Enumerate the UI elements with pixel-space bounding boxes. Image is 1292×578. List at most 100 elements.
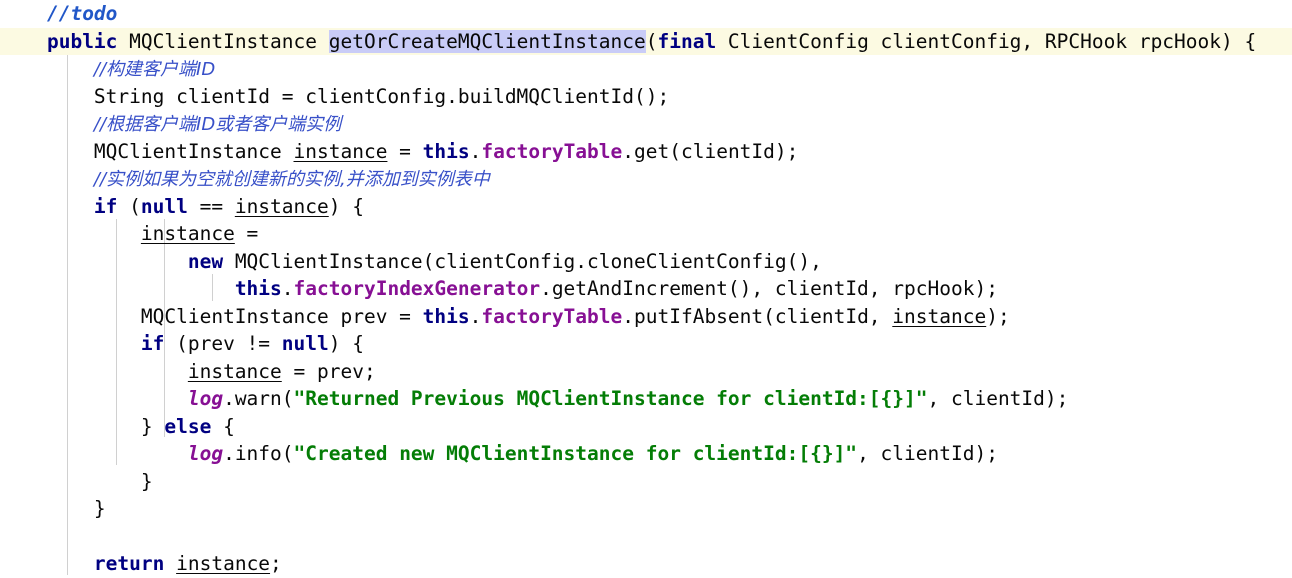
code-token-ind — [0, 85, 94, 108]
code-token-plain: = — [234, 222, 259, 245]
code-token-ind — [0, 2, 47, 25]
code-token-ind — [0, 497, 94, 520]
code-line[interactable]: if (prev != null) { — [0, 330, 1292, 358]
code-line[interactable]: //实例如果为空就创建新的实例,并添加到实例表中 — [0, 165, 1292, 193]
code-token-field: factoryTable — [481, 304, 623, 328]
code-line[interactable]: public MQClientInstance getOrCreateMQCli… — [0, 27, 1292, 55]
code-token-plain: . — [469, 304, 482, 328]
code-token-plain: ; — [270, 552, 282, 575]
code-token-ind — [0, 415, 141, 438]
code-token-ind — [0, 470, 141, 493]
code-line[interactable]: } — [0, 468, 1292, 496]
code-line[interactable]: MQClientInstance prev = this.factoryTabl… — [0, 303, 1292, 331]
code-token-plain: ( — [117, 194, 141, 218]
code-token-ind — [0, 250, 188, 273]
code-token-ind — [0, 552, 94, 575]
code-token-plain: ) { — [328, 194, 364, 218]
code-token-localvar: instance — [234, 194, 329, 218]
code-token-plain: ( — [645, 29, 658, 53]
code-token-str: "Returned Previous MQClientInstance for … — [293, 387, 928, 410]
code-token-plain: String clientId = clientConfig.buildMQCl… — [93, 84, 670, 108]
code-token-plain: ClientConfig clientConfig, RPCHook rpcHo… — [716, 29, 1257, 53]
code-line[interactable]: String clientId = clientConfig.buildMQCl… — [0, 83, 1292, 111]
code-line[interactable]: } else { — [0, 413, 1292, 441]
code-line[interactable]: instance = — [0, 220, 1292, 248]
code-token-ind — [0, 195, 94, 218]
code-token-ind — [0, 332, 141, 355]
code-token-plain: .getAndIncrement(), clientId, rpcHook); — [540, 277, 998, 300]
code-token-sel: getOrCreateMQClientInstance — [328, 29, 646, 53]
code-token-ind — [0, 442, 188, 465]
code-token-ind — [0, 112, 94, 135]
code-token-ind — [0, 305, 141, 328]
code-token-kw: new — [187, 249, 224, 273]
code-token-localvar: instance — [293, 139, 388, 163]
code-line[interactable]: return instance; — [0, 550, 1292, 578]
code-token-plain: { — [211, 414, 235, 438]
code-token-plain: , clientId); — [927, 387, 1069, 410]
code-line[interactable]: //构建客户端ID — [0, 55, 1292, 83]
code-token-plain: .warn( — [223, 387, 294, 410]
code-token-plain: ); — [986, 304, 1010, 328]
code-content[interactable]: //todo public MQClientInstance getOrCrea… — [0, 0, 1292, 578]
code-token-kw: public — [46, 29, 118, 53]
code-token-field: factoryIndexGenerator — [293, 277, 541, 300]
code-token-plain: } — [93, 497, 106, 520]
code-token-kw: if — [140, 332, 165, 355]
code-token-str: "Created new MQClientInstance for client… — [293, 442, 858, 465]
code-token-ind — [0, 57, 94, 80]
code-token-ind — [0, 222, 141, 245]
code-line[interactable]: log.info("Created new MQClientInstance f… — [0, 440, 1292, 468]
code-token-kw: return — [93, 552, 165, 575]
code-token-kw: null — [281, 332, 329, 355]
code-token-kw: null — [140, 194, 188, 218]
code-token-plain: } — [140, 414, 165, 438]
code-line[interactable]: log.warn("Returned Previous MQClientInst… — [0, 385, 1292, 413]
code-line[interactable]: this.factoryIndexGenerator.getAndIncreme… — [0, 275, 1292, 303]
code-token-plain: , clientId); — [857, 442, 998, 465]
code-line[interactable]: instance = prev; — [0, 358, 1292, 386]
code-token-plain: MQClientInstance(clientConfig.cloneClien… — [223, 249, 822, 273]
code-token-plain: } — [140, 469, 153, 493]
code-token-plain: . — [281, 277, 294, 300]
code-line[interactable]: } — [0, 495, 1292, 523]
code-token-ind — [0, 30, 47, 53]
code-token-plain: .info( — [223, 442, 294, 465]
code-token-plain: MQClientInstance prev = — [140, 304, 423, 328]
code-line[interactable]: if (null == instance) { — [0, 193, 1292, 221]
code-token-kw: else — [164, 414, 212, 438]
code-line[interactable] — [0, 523, 1292, 551]
code-token-cmt: //实例如果为空就创建新的实例,并添加到实例表中 — [93, 169, 490, 190]
code-token-plain: .get(clientId); — [622, 139, 799, 163]
code-token-localvar: instance — [176, 552, 271, 575]
code-token-ind — [0, 387, 188, 410]
code-token-plain: = — [387, 139, 423, 163]
code-token-cmt: //根据客户端ID或者客户端实例 — [93, 114, 342, 135]
code-token-plain: MQClientInstance — [93, 139, 294, 163]
code-token-kw: this — [422, 139, 470, 163]
code-token-plain: .putIfAbsent(clientId, — [622, 304, 893, 328]
code-token-kw: this — [422, 304, 470, 328]
code-token-localvar: instance — [140, 222, 235, 245]
code-line[interactable]: MQClientInstance instance = this.factory… — [0, 138, 1292, 166]
code-token-kw: if — [93, 194, 118, 218]
code-token-ind — [0, 140, 94, 163]
code-token-plain: = prev; — [281, 359, 376, 383]
code-line[interactable]: //todo — [0, 0, 1292, 28]
code-token-cmt-b: //todo — [46, 2, 118, 25]
code-token-ind — [0, 277, 235, 300]
code-line[interactable]: new MQClientInstance(clientConfig.cloneC… — [0, 248, 1292, 276]
code-token-plain: (prev != — [164, 332, 282, 355]
code-token-statfld: log — [187, 387, 224, 410]
code-token-cmt: //构建客户端ID — [93, 59, 216, 80]
code-line[interactable]: //根据客户端ID或者客户端实例 — [0, 110, 1292, 138]
code-token-localvar: instance — [892, 304, 987, 328]
code-token-field: factoryTable — [481, 139, 623, 163]
code-token-kw: final — [657, 29, 717, 53]
code-editor[interactable]: //todo public MQClientInstance getOrCrea… — [0, 0, 1292, 575]
code-token-plain: MQClientInstance — [117, 29, 329, 53]
code-token-kw: this — [234, 277, 282, 300]
code-token-ind — [0, 360, 188, 383]
code-token-localvar: instance — [187, 359, 282, 383]
